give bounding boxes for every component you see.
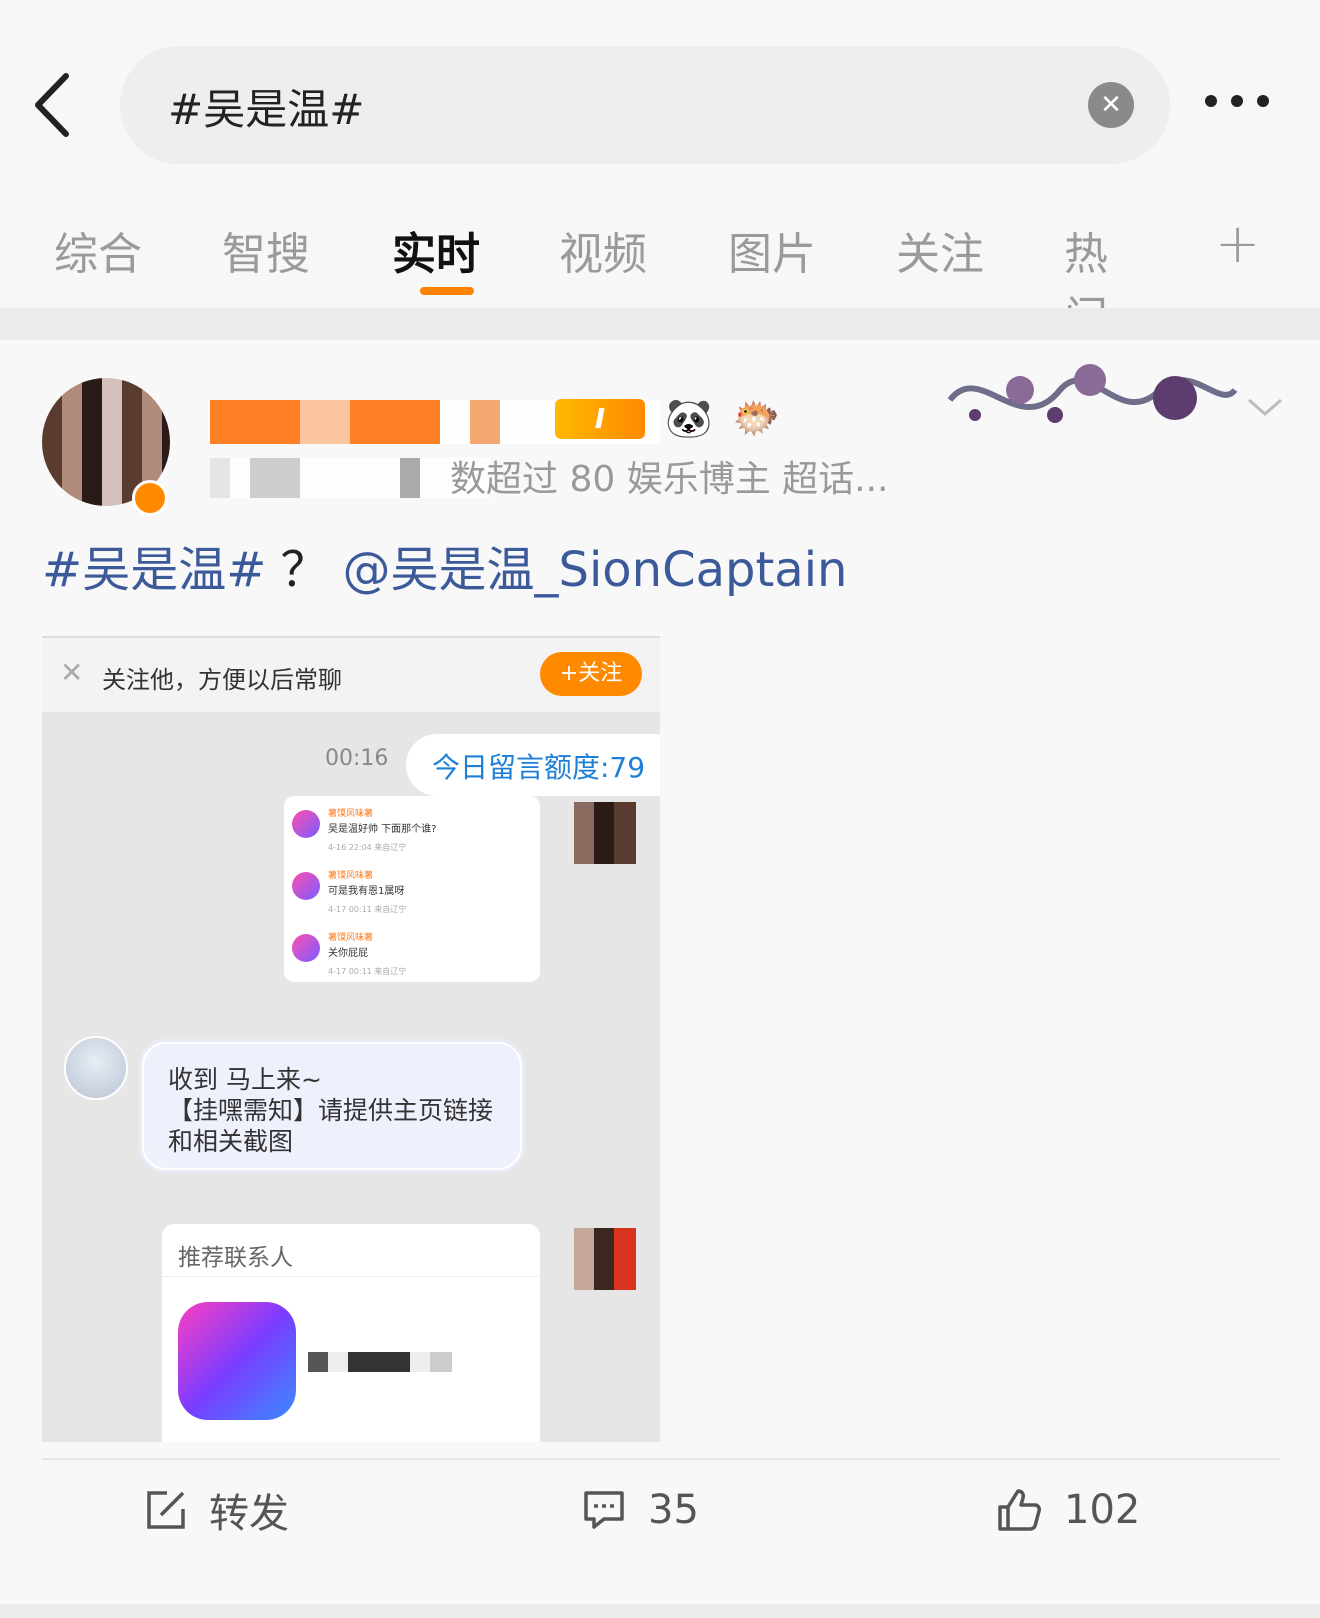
post-image[interactable]: ✕ 关注他，方便以后常聊 +关注 00:16 今日留言额度:79 薯馍风味薯 吴…	[42, 636, 660, 1442]
thumbs-up-icon	[998, 1489, 1041, 1531]
author-meta: 数超过 80 娱乐博主 超话...	[450, 459, 889, 500]
close-icon: ✕	[60, 656, 84, 689]
action-divider	[42, 1458, 1280, 1460]
tab-comprehensive[interactable]: 综合	[54, 218, 142, 282]
panda-icon: 🐼	[665, 396, 713, 440]
card-row-meta: 4-17 00:11 来自辽宁	[328, 967, 407, 976]
mention-link[interactable]: @吴是温_SionCaptain	[342, 542, 847, 598]
tab-images[interactable]: 图片	[728, 218, 816, 282]
card-row-name: 薯馍风味薯	[328, 809, 374, 819]
card-row-name: 薯馍风味薯	[328, 933, 374, 943]
chat-avatar-self	[574, 802, 636, 864]
chevron-down-icon[interactable]	[1245, 392, 1285, 422]
like-count: 102	[1064, 1487, 1141, 1533]
mini-avatar	[292, 934, 320, 962]
chat-avatar-self-2	[574, 1228, 636, 1290]
mini-avatar	[292, 810, 320, 838]
tab-video[interactable]: 视频	[559, 218, 647, 282]
tab-realtime[interactable]: 实时	[392, 218, 480, 282]
verified-badge-icon	[132, 480, 168, 516]
card-row-text: 吴是温好帅 下面那个谁?	[328, 824, 437, 835]
post-body: #吴是温#？ @吴是温_SionCaptain	[42, 530, 847, 600]
repost-button[interactable]: 转发	[145, 1480, 289, 1540]
card-row-name: 薯馍风味薯	[328, 871, 374, 881]
author-meta-blurred	[210, 458, 490, 498]
recommended-contact-card: 推荐联系人	[162, 1224, 540, 1442]
tab-hot[interactable]: 热门	[1064, 218, 1126, 308]
card-row-meta: 4-16 22:04 来自辽宁	[328, 843, 407, 852]
search-tabs: 综合 智搜 实时 视频 图片 关注 热门 +	[0, 190, 1320, 308]
reply-bubble: 收到 马上来~ 【挂嘿需知】请提供主页链接 和相关截图	[142, 1042, 522, 1170]
comment-count: 35	[648, 1487, 699, 1533]
active-tab-indicator	[420, 287, 474, 295]
topic-link[interactable]: #吴是温#	[42, 542, 266, 598]
rec-title: 推荐联系人	[178, 1245, 293, 1271]
card-row-text: 关你屁屁	[328, 948, 368, 959]
tab-smart-search[interactable]: 智搜	[222, 218, 310, 282]
search-input[interactable]: #吴是温#	[168, 76, 364, 137]
clear-search-icon[interactable]: ✕	[1088, 82, 1134, 128]
card-row: 薯馍风味薯 可是我有恩1属呀 4-17 00:11 来自辽宁	[292, 868, 532, 922]
tab-hot-clip: 热门	[1064, 190, 1126, 308]
rec-name-blurred	[308, 1352, 452, 1372]
section-separator	[0, 308, 1320, 340]
quota-bubble: 今日留言额度:79	[406, 734, 660, 796]
reply-text: 收到 马上来~ 【挂嘿需知】请提供主页链接 和相关截图	[168, 1065, 494, 1156]
card-row-meta: 4-17 00:11 来自辽宁	[328, 905, 407, 914]
post-text-plain: ？	[280, 542, 329, 598]
mini-avatar	[292, 872, 320, 900]
search-bar[interactable]: #吴是温# ✕	[120, 46, 1170, 164]
rec-avatar	[178, 1302, 296, 1420]
like-button[interactable]: 102	[996, 1480, 1140, 1540]
shared-comments-card: 薯馍风味薯 吴是温好帅 下面那个谁? 4-16 22:04 来自辽宁 薯馍风味薯…	[284, 796, 540, 982]
tab-following[interactable]: 关注	[896, 218, 984, 282]
back-arrow-icon[interactable]	[30, 70, 80, 140]
post-card[interactable]: I 🐼 🐡 数超过 80 娱乐博主 超话... #吴是温#？ @吴是温_SionC…	[0, 340, 1320, 1618]
follow-button: +关注	[540, 652, 642, 696]
top-bar: #吴是温# ✕	[0, 0, 1320, 190]
author-badges: I 🐼 🐡	[555, 394, 780, 441]
comment-button[interactable]: 35	[582, 1480, 699, 1540]
chat-follow-bar: ✕ 关注他，方便以后常聊 +关注	[42, 636, 660, 712]
more-options-icon[interactable]	[1205, 86, 1285, 126]
repost-label: 转发	[209, 1491, 289, 1537]
add-tab-icon[interactable]: +	[1215, 212, 1260, 275]
card-row-text: 可是我有恩1属呀	[328, 886, 405, 897]
chat-avatar-other	[64, 1036, 128, 1100]
comment-icon	[584, 1491, 624, 1529]
repost-icon	[147, 1491, 185, 1529]
decoration-card-icon	[947, 364, 1238, 423]
card-row: 薯馍风味薯 吴是温好帅 下面那个谁? 4-16 22:04 来自辽宁	[292, 806, 532, 860]
fish-icon: 🐡	[732, 396, 780, 440]
bottom-separator	[0, 1604, 1320, 1618]
card-row: 薯馍风味薯 关你屁屁 4-17 00:11 来自辽宁	[292, 930, 532, 984]
divider	[162, 1276, 540, 1277]
chat-time: 00:16	[325, 746, 389, 771]
follow-hint: 关注他，方便以后常聊	[102, 666, 342, 694]
level-badge-icon: I	[555, 398, 645, 439]
